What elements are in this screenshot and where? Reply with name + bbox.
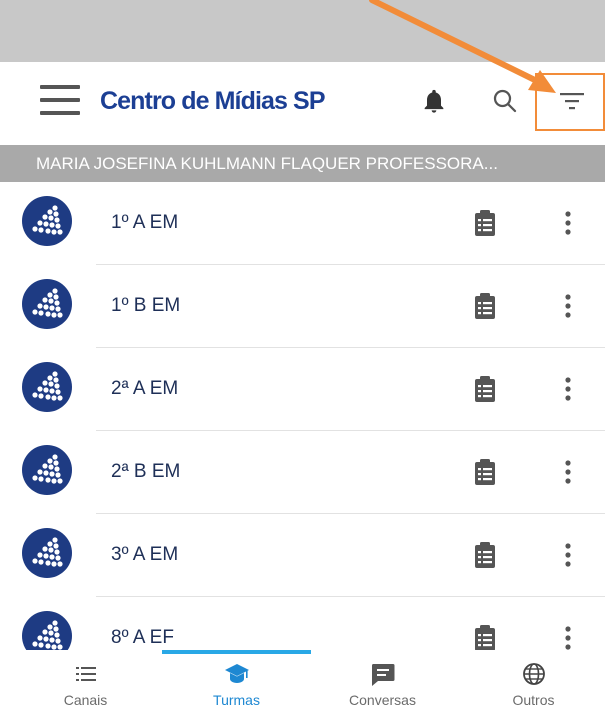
class-name: 3º A EM (111, 544, 179, 565)
more-options-icon[interactable] (558, 209, 578, 237)
class-name: 1º A EM (111, 212, 179, 233)
class-avatar-icon (22, 528, 72, 578)
class-row[interactable]: 1º A EM (0, 182, 605, 265)
clipboard-icon[interactable] (473, 458, 497, 486)
clipboard-icon[interactable] (473, 375, 497, 403)
class-avatar-icon (22, 362, 72, 412)
chat-icon (371, 664, 394, 686)
search-icon[interactable] (490, 86, 520, 116)
class-row[interactable]: 8º A EF (0, 597, 605, 650)
bell-icon[interactable] (420, 86, 448, 116)
class-row[interactable]: 2ª B EM (0, 431, 605, 514)
clipboard-icon[interactable] (473, 292, 497, 320)
class-name: 1º B EM (111, 295, 181, 316)
class-name: 2ª A EM (111, 378, 179, 399)
class-avatar-icon (22, 445, 72, 495)
more-options-icon[interactable] (558, 458, 578, 486)
more-options-icon[interactable] (558, 541, 578, 569)
class-row[interactable]: 2ª A EM (0, 348, 605, 431)
globe-icon (522, 663, 545, 685)
class-row[interactable]: 3º A EM (0, 514, 605, 597)
graduation-cap-icon (224, 664, 249, 683)
class-row[interactable]: 1º B EM (0, 265, 605, 348)
filter-icon[interactable] (558, 89, 586, 113)
class-name: 2ª B EM (111, 461, 181, 482)
app-title: Centro de Mídias SP (100, 87, 326, 115)
section-header: MARIA JOSEFINA KUHLMANN FLAQUER PROFESSO… (0, 145, 605, 182)
list-icon (75, 667, 96, 681)
status-bar (0, 0, 605, 62)
more-options-icon[interactable] (558, 624, 578, 650)
class-avatar-icon (22, 611, 72, 650)
tab-conversas[interactable]: Conversas (307, 650, 458, 708)
tab-outros[interactable]: Outros (458, 650, 605, 708)
more-options-icon[interactable] (558, 375, 578, 403)
class-avatar-icon (22, 196, 72, 246)
class-list: 1º A EM 1º B EM 2ª A EM 2ª B EM 3º A EM … (0, 182, 605, 650)
clipboard-icon[interactable] (473, 209, 497, 237)
tab-turmas[interactable]: Turmas (161, 650, 312, 708)
more-options-icon[interactable] (558, 292, 578, 320)
class-name: 8º A EF (111, 627, 174, 648)
class-avatar-icon (22, 279, 72, 329)
clipboard-icon[interactable] (473, 541, 497, 569)
clipboard-icon[interactable] (473, 624, 497, 650)
menu-icon[interactable] (40, 85, 80, 115)
tab-canais[interactable]: Canais (10, 650, 161, 708)
